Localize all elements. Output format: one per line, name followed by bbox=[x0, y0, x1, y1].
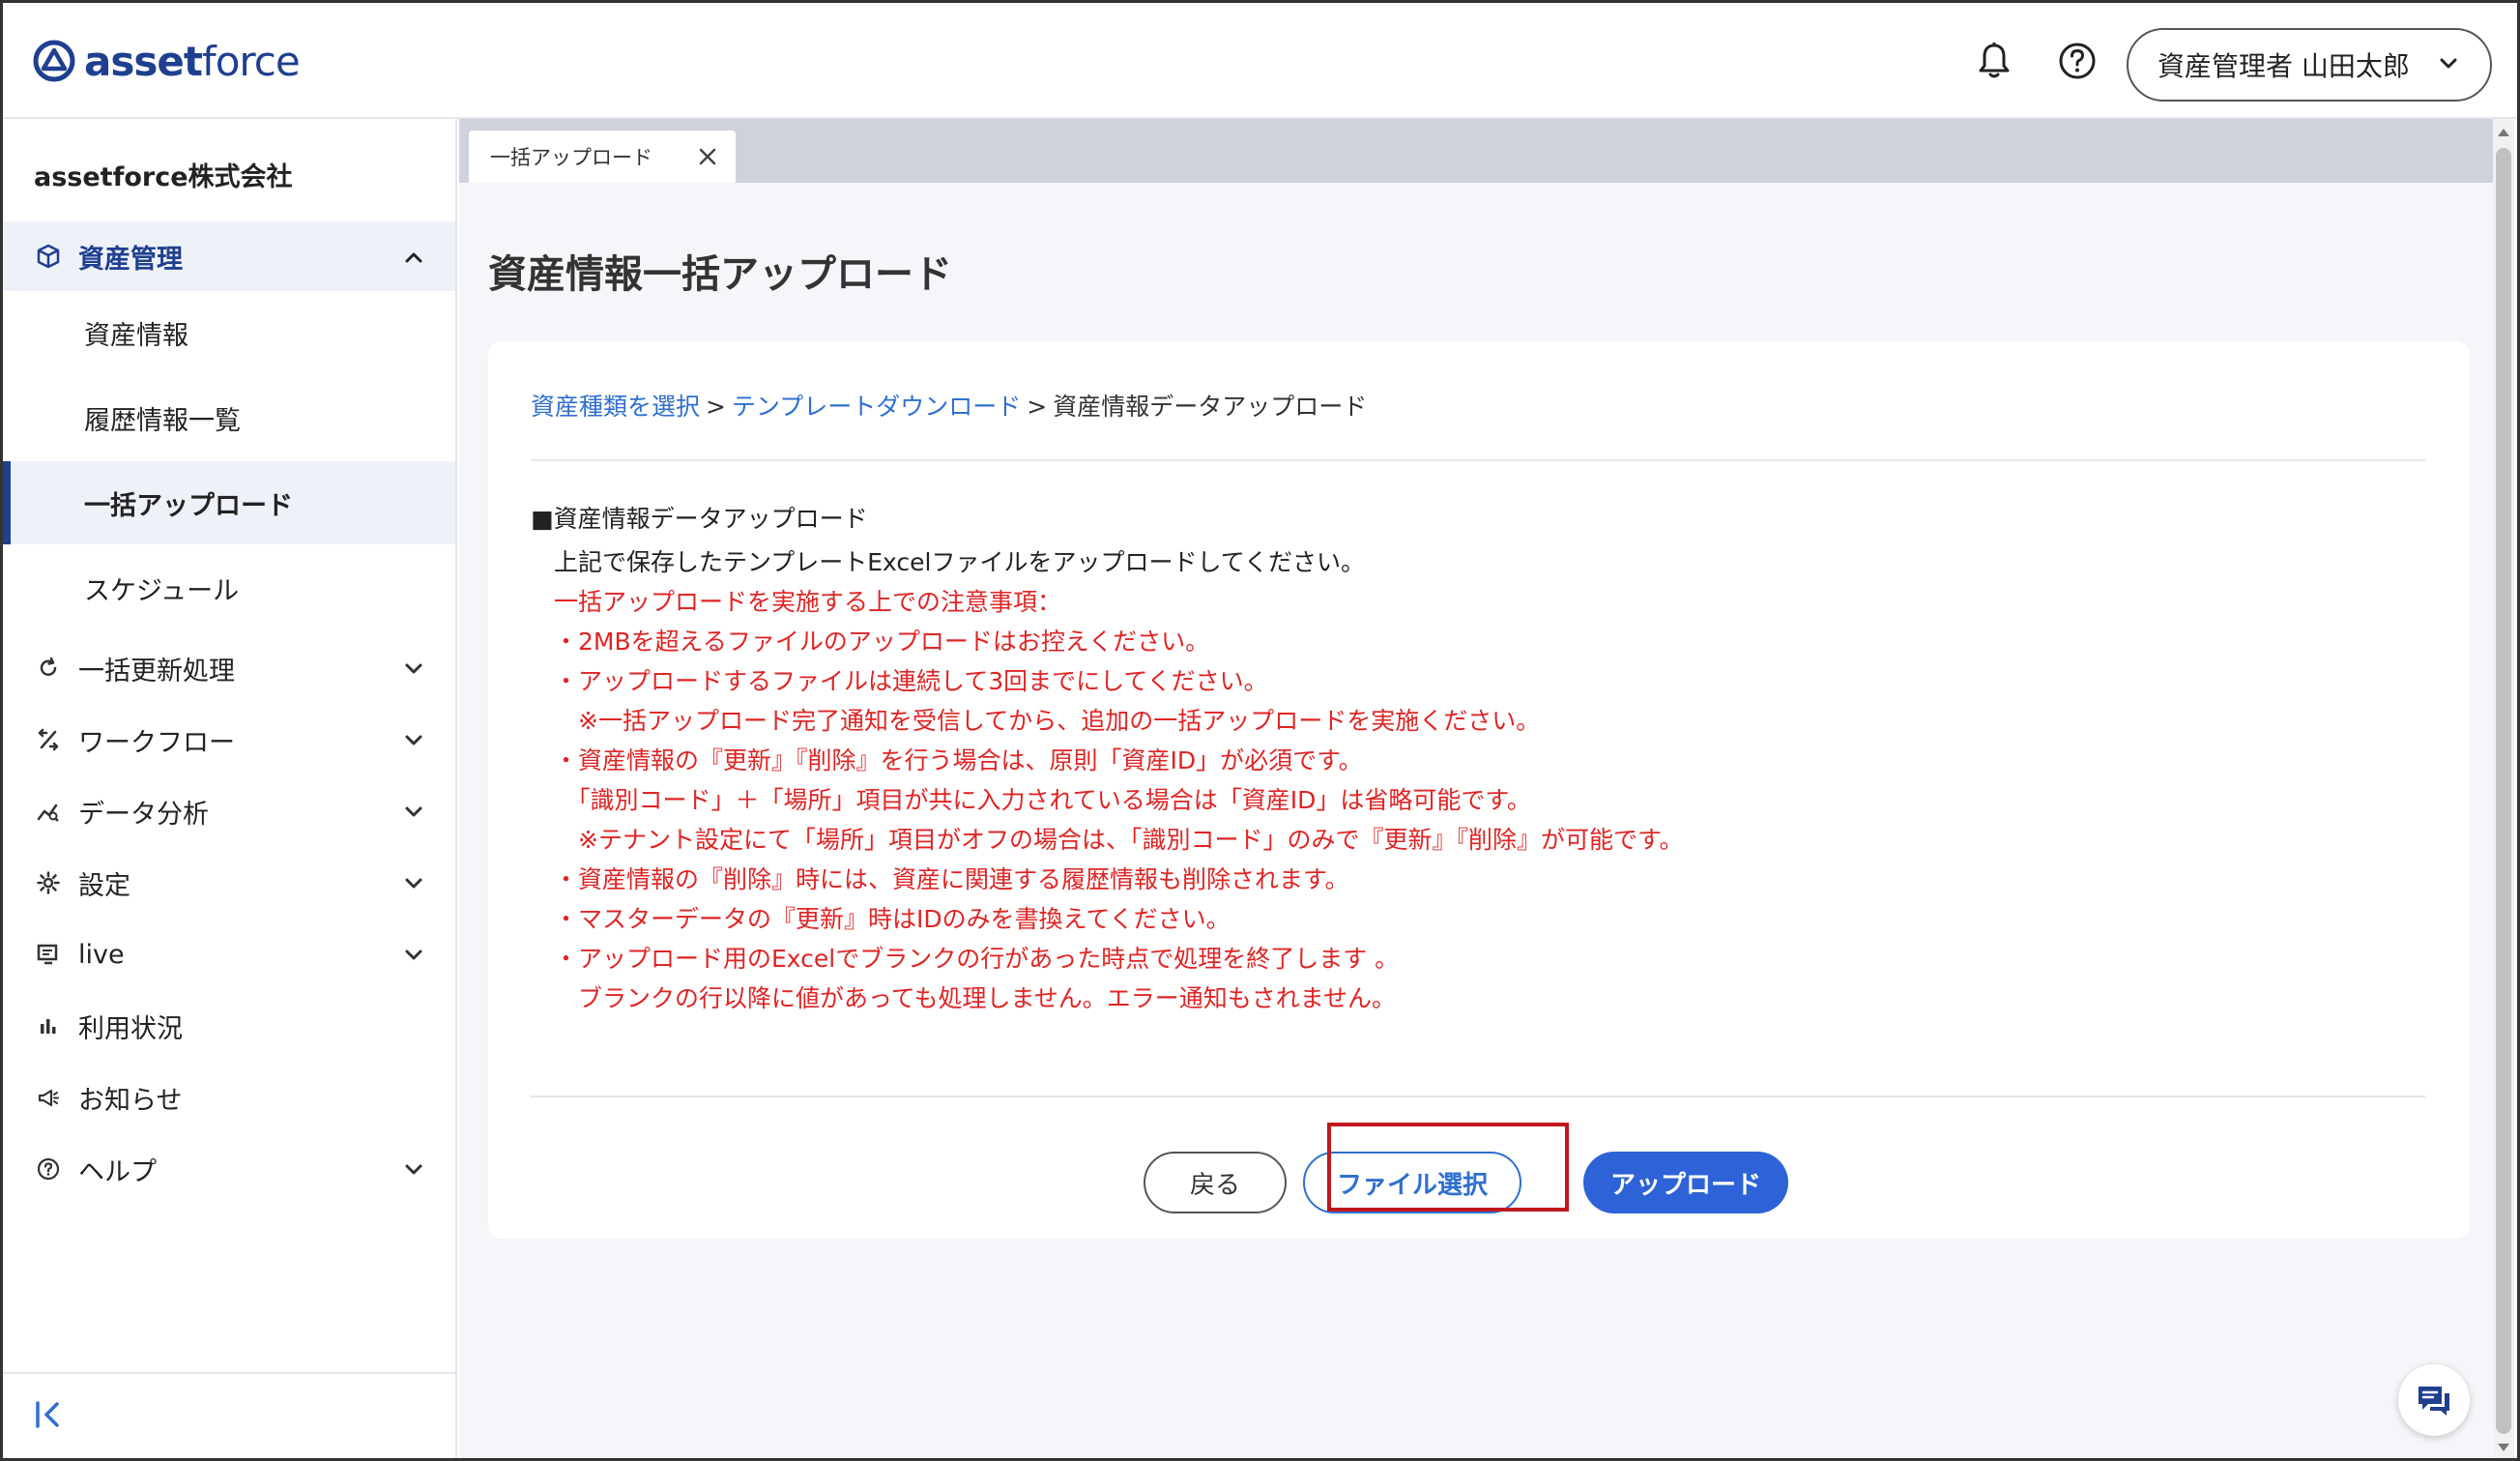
chevron-down-icon bbox=[2436, 51, 2461, 83]
close-icon[interactable] bbox=[695, 144, 720, 169]
sidebar-item-help[interactable]: ヘルプ bbox=[3, 1134, 455, 1204]
breadcrumb-separator: > bbox=[1027, 393, 1048, 421]
logo[interactable]: assetforce bbox=[32, 32, 301, 90]
scroll-up-arrow[interactable] bbox=[2498, 129, 2509, 136]
sidebar-item-live[interactable]: live bbox=[3, 920, 455, 989]
collapse-sidebar-icon[interactable] bbox=[32, 1397, 67, 1432]
live-icon bbox=[36, 942, 61, 967]
sidebar-item-usage[interactable]: 利用状況 bbox=[3, 991, 455, 1061]
sidebar-item-label: お知らせ bbox=[78, 1085, 183, 1116]
tab-bar: 一括アップロード bbox=[459, 119, 2499, 183]
instructions: 上記で保存したテンプレートExcelファイルをアップロードしてください。 一括ア… bbox=[554, 542, 1683, 1018]
instruction-text: 上記で保存したテンプレートExcelファイルをアップロードしてください。 bbox=[554, 548, 1365, 576]
sidebar-item-schedule[interactable]: スケジュール bbox=[3, 546, 455, 629]
sidebar-item-data-analysis[interactable]: データ分析 bbox=[3, 776, 455, 846]
breadcrumb-step-select-type[interactable]: 資産種類を選択 bbox=[531, 393, 700, 421]
tab-bulk-upload[interactable]: 一括アップロード bbox=[469, 131, 736, 183]
chevron-up-icon[interactable] bbox=[401, 245, 426, 274]
sidebar-item-label: 一括アップロード bbox=[84, 490, 293, 521]
sidebar-item-asset-info[interactable]: 資産情報 bbox=[3, 291, 455, 374]
box-icon bbox=[36, 244, 61, 269]
sidebar-item-history-list[interactable]: 履歴情報一覧 bbox=[3, 376, 455, 459]
sidebar-item-label: 利用状況 bbox=[78, 1013, 183, 1044]
tab-label: 一括アップロード bbox=[490, 146, 652, 169]
note-line: ・資産情報の『削除』時には、資産に関連する履歴情報も削除されます。 bbox=[554, 865, 1349, 893]
breadcrumb-step-template-download[interactable]: テンプレートダウンロード bbox=[732, 393, 1021, 421]
note-line: ・アップロード用のExcelでブランクの行があった時点で処理を終了します 。 bbox=[554, 945, 1400, 973]
gear-icon bbox=[36, 870, 61, 895]
sidebar-item-label: 一括更新処理 bbox=[78, 656, 235, 687]
sidebar-item-bulk-upload[interactable]: 一括アップロード bbox=[3, 461, 455, 544]
page-title: 資産情報一括アップロード bbox=[488, 252, 952, 297]
sidebar-section-asset-management[interactable]: 資産管理 bbox=[3, 221, 455, 291]
sidebar-item-label: データ分析 bbox=[78, 799, 209, 830]
chevron-down-icon bbox=[401, 800, 426, 832]
sidebar: assetforce株式会社 資産管理 資産情報 履歴情報一覧 一括アップロード… bbox=[3, 119, 457, 1458]
note-line: ・資産情報の『更新』『削除』を行う場合は、原則「資産ID」が必須です。 bbox=[554, 746, 1363, 774]
chevron-down-icon bbox=[401, 1157, 426, 1189]
breadcrumb: 資産種類を選択 > テンプレートダウンロード > 資産情報データアップロード bbox=[531, 388, 1367, 423]
scrollbar-thumb[interactable] bbox=[2496, 148, 2511, 1434]
sidebar-item-settings[interactable]: 設定 bbox=[3, 848, 455, 918]
main-content: 資産情報一括アップロード 資産種類を選択 > テンプレートダウンロード > 資産情報デー… bbox=[459, 183, 2499, 1458]
help-icon bbox=[36, 1156, 61, 1182]
refresh-icon bbox=[36, 656, 61, 681]
highlight-box bbox=[1327, 1123, 1569, 1212]
top-header: assetforce 資産管理者 山田太郎 bbox=[3, 3, 2517, 119]
logo-text: assetforce bbox=[84, 37, 301, 85]
analytics-icon bbox=[36, 799, 61, 824]
sidebar-item-label: スケジュール bbox=[84, 575, 240, 606]
scroll-down-arrow[interactable] bbox=[2498, 1444, 2509, 1451]
note-line: ※テナント設定にて「場所」項目がオフの場合は、「識別コード」のみで『更新』『削除… bbox=[554, 826, 1684, 854]
help-question-icon[interactable] bbox=[2054, 38, 2100, 84]
chat-button[interactable] bbox=[2398, 1364, 2470, 1436]
megaphone-icon bbox=[36, 1085, 61, 1110]
chevron-down-icon bbox=[401, 728, 426, 760]
upload-button[interactable]: アップロード bbox=[1583, 1152, 1788, 1213]
sidebar-item-label: 資産情報 bbox=[84, 320, 188, 351]
divider bbox=[531, 1096, 2425, 1097]
notification-bell-icon[interactable] bbox=[1971, 38, 2017, 84]
sidebar-section-label: 資産管理 bbox=[78, 244, 183, 275]
divider bbox=[531, 459, 2425, 461]
workflow-icon bbox=[36, 727, 61, 752]
sidebar-item-label: 設定 bbox=[78, 870, 130, 901]
note-line: 「識別コード」＋「場所」項目が共に入力されている場合は「資産ID」は省略可能です… bbox=[554, 786, 1531, 814]
company-name: assetforce株式会社 bbox=[34, 162, 293, 192]
note-line: ・2MBを超えるファイルのアップロードはお控えください。 bbox=[554, 628, 1210, 656]
note-line: ・マスターデータの『更新』時はIDのみを書換えてください。 bbox=[554, 905, 1231, 933]
breadcrumb-separator: > bbox=[706, 393, 726, 421]
chevron-down-icon bbox=[401, 871, 426, 903]
logo-icon bbox=[33, 40, 75, 82]
sidebar-item-news[interactable]: お知らせ bbox=[3, 1063, 455, 1132]
user-name: 資産管理者 山田太郎 bbox=[2158, 50, 2410, 82]
sidebar-item-bulk-update[interactable]: 一括更新処理 bbox=[3, 633, 455, 703]
user-menu-button[interactable]: 資産管理者 山田太郎 bbox=[2127, 28, 2492, 102]
chevron-down-icon bbox=[401, 943, 426, 975]
note-line: ※一括アップロード完了通知を受信してから、追加の一括アップロードを実施ください。 bbox=[554, 707, 1541, 735]
section-heading: ■資産情報データアップロード bbox=[531, 505, 868, 533]
sidebar-item-workflow[interactable]: ワークフロー bbox=[3, 705, 455, 774]
sidebar-item-label: live bbox=[78, 939, 125, 970]
upload-card: 資産種類を選択 > テンプレートダウンロード > 資産情報データアップロード ■資産情報… bbox=[488, 341, 2470, 1239]
back-button[interactable]: 戻る bbox=[1144, 1152, 1287, 1213]
note-line: ブランクの行以降に値があっても処理しません。エラー通知もされません。 bbox=[554, 984, 1397, 1012]
sidebar-item-label: 履歴情報一覧 bbox=[84, 405, 241, 436]
note-line: ・アップロードするファイルは連続して3回までにしてください。 bbox=[554, 667, 1268, 695]
sidebar-item-label: ヘルプ bbox=[78, 1156, 157, 1187]
sidebar-footer-divider bbox=[3, 1372, 455, 1374]
sidebar-item-label: ワークフロー bbox=[78, 727, 235, 758]
chat-icon bbox=[2419, 1387, 2449, 1416]
chevron-down-icon bbox=[401, 657, 426, 688]
app-window: assetforce 資産管理者 山田太郎 assetforce株式会社 資産管… bbox=[0, 0, 2520, 1461]
bar-chart-icon bbox=[36, 1013, 61, 1038]
note-line: 一括アップロードを実施する上での注意事項： bbox=[554, 588, 1062, 616]
breadcrumb-current-step: 資産情報データアップロード bbox=[1053, 393, 1368, 421]
vertical-scrollbar[interactable] bbox=[2493, 119, 2514, 1458]
